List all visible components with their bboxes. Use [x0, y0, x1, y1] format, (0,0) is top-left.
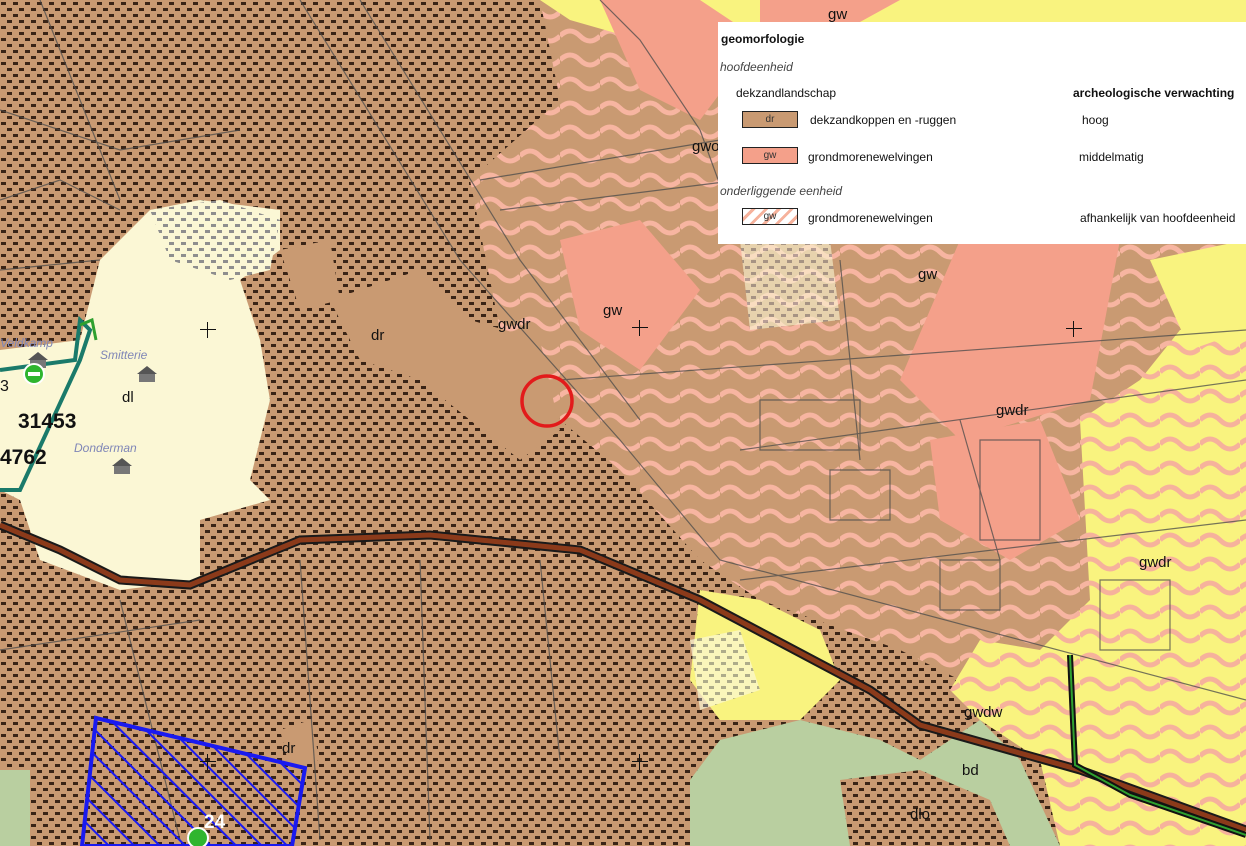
legend-label-gw: grondmorenewelvingen: [808, 150, 933, 164]
legend-title: geomorfologie: [721, 32, 805, 46]
map-label-gwdr: gwdr: [1139, 554, 1172, 571]
grey-hatch-1: [740, 240, 840, 330]
map-label-bd: bd: [962, 762, 979, 779]
map-label-gwo: gwo: [692, 138, 720, 155]
legend-expectation-gw: middelmatig: [1079, 150, 1144, 164]
monument-number: 31453: [18, 410, 77, 433]
map-label-gw: gw: [918, 266, 938, 283]
grid-cross-icon: [1066, 321, 1082, 337]
legend-expectation-dr: hoog: [1082, 113, 1109, 127]
grid-cross-icon: [200, 754, 216, 770]
grid-cross-icon: [632, 320, 648, 336]
legend-expectation-gw-sub: afhankelijk van hoofdeenheid: [1080, 211, 1236, 225]
legend-section-sub: onderliggende eenheid: [720, 184, 843, 198]
legend-swatch-dr: dr: [742, 111, 798, 128]
place-name-donderman: Donderman: [74, 441, 137, 455]
map-label-dr: dr: [282, 740, 296, 757]
map-label-gw: gw: [603, 302, 623, 319]
map-label-gw: gw: [828, 6, 848, 23]
legend-label-dr: dekzandkoppen en -ruggen: [810, 113, 957, 127]
legend-column-header: archeologische verwachting: [1073, 86, 1235, 100]
map-label-gwdw: gwdw: [964, 704, 1003, 721]
map-label-dlo: dlo: [910, 806, 931, 823]
legend-section-main: hoofdeenheid: [720, 60, 793, 74]
map-label-dr: dr: [371, 327, 385, 344]
legend-swatch-gw: gw: [742, 147, 798, 164]
monument-number: 24: [204, 812, 226, 833]
place-name-veldkamp: Veldkamp: [0, 336, 53, 350]
place-name-smitterie: Smitterie: [100, 348, 148, 362]
legend-landscape: dekzandlandschap: [736, 86, 837, 100]
legend-label-gw-sub: grondmorenewelvingen: [808, 211, 933, 225]
map-legend: geomorfologie hoofdeenheid dekzandlandsc…: [718, 22, 1246, 244]
grid-cross-icon: [632, 754, 648, 770]
grid-cross-icon: [200, 322, 216, 338]
map-label-gwdr: gwdr: [498, 316, 531, 333]
green-area-west: [0, 770, 30, 846]
site-icon: [23, 363, 45, 385]
map-label-gwdr: gwdr: [996, 402, 1029, 419]
monument-number: 3: [0, 378, 9, 395]
map-label-dl: dl: [122, 389, 134, 406]
legend-swatch-gw-sub: gw: [742, 208, 798, 225]
monument-number: 4762: [0, 446, 47, 469]
